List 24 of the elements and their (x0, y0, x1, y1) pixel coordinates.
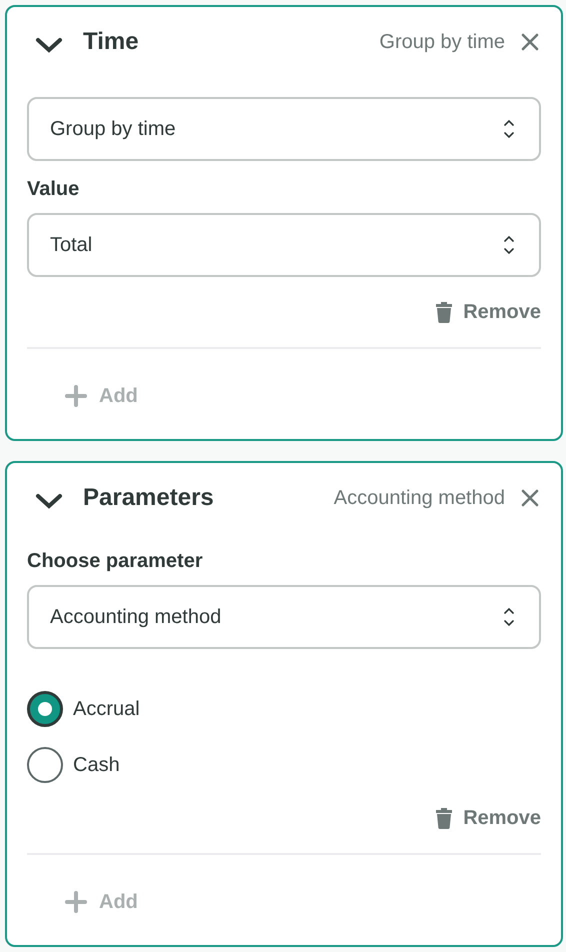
sort-arrows-icon (503, 118, 515, 140)
panel-summary: Accounting method (334, 486, 505, 511)
sort-arrows-icon (503, 234, 515, 256)
plus-icon (65, 891, 87, 913)
close-button[interactable] (519, 31, 541, 53)
radio-button[interactable] (27, 747, 63, 783)
select-field[interactable]: Total (27, 213, 541, 277)
radio-label: Cash (73, 753, 120, 778)
plus-icon (65, 385, 87, 407)
panel-title: Parameters (83, 483, 214, 513)
remove-button[interactable]: Remove (435, 297, 541, 327)
radio-button[interactable] (27, 691, 63, 727)
trash-icon (435, 301, 454, 323)
panel-summary: Group by time (379, 30, 505, 55)
radio-label: Accrual (73, 697, 140, 722)
close-button[interactable] (519, 487, 541, 509)
panel-title: Time (83, 27, 139, 57)
trash-icon (435, 807, 454, 829)
select-field[interactable]: Accounting method (27, 585, 541, 649)
select-field[interactable]: Group by time (27, 97, 541, 161)
sort-arrows-icon (503, 606, 515, 628)
field-label: Choose parameter (27, 549, 204, 573)
field-label: Value (27, 177, 80, 201)
remove-button[interactable]: Remove (435, 803, 541, 833)
